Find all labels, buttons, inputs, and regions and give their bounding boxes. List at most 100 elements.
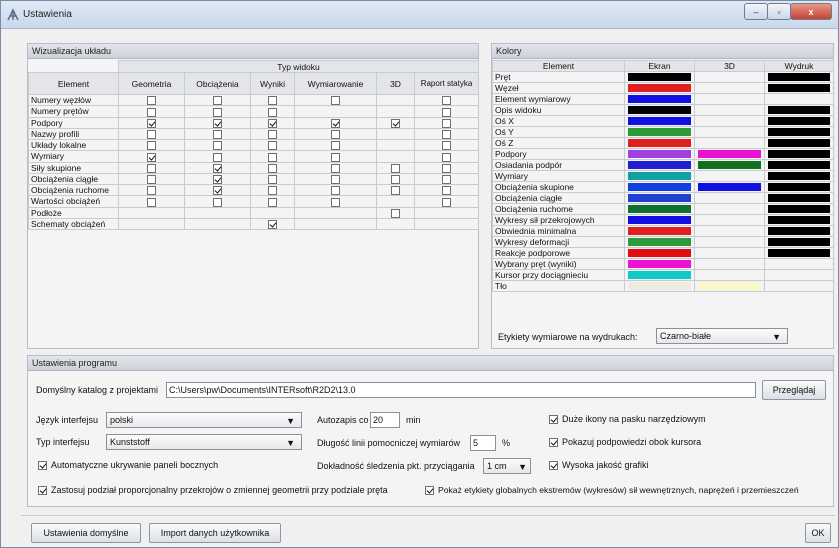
- color-cell-d3[interactable]: [694, 159, 765, 171]
- global-extremes-checkbox[interactable]: Pokaż etykiety globalnych ekstremów (wyk…: [425, 485, 799, 495]
- color-cell-ekran[interactable]: [624, 214, 695, 226]
- visibility-checkbox[interactable]: [147, 163, 156, 173]
- color-cell-d3[interactable]: [694, 126, 765, 138]
- color-cell-d3[interactable]: [694, 203, 765, 215]
- browse-button[interactable]: Przeglądaj: [762, 380, 826, 400]
- visibility-checkbox[interactable]: [442, 107, 451, 116]
- color-cell-d3[interactable]: [694, 148, 765, 160]
- color-cell-d3[interactable]: [694, 71, 765, 83]
- visibility-checkbox[interactable]: [268, 175, 277, 184]
- visibility-checkbox[interactable]: [442, 152, 451, 161]
- visibility-checkbox[interactable]: [331, 163, 340, 173]
- visibility-checkbox[interactable]: [147, 152, 156, 161]
- color-cell-ekran[interactable]: [624, 137, 695, 149]
- visibility-checkbox[interactable]: [213, 130, 222, 139]
- visibility-checkbox[interactable]: [147, 186, 156, 195]
- autohide-checkbox[interactable]: Automatyczne ukrywanie paneli bocznych: [38, 460, 218, 470]
- color-cell-wydruk[interactable]: [764, 148, 834, 160]
- visibility-checkbox[interactable]: [268, 197, 277, 206]
- color-cell-ekran[interactable]: [624, 71, 695, 83]
- color-cell-ekran[interactable]: [624, 93, 695, 105]
- visibility-checkbox[interactable]: [391, 175, 400, 184]
- color-cell-d3[interactable]: [694, 93, 765, 105]
- color-cell-wydruk[interactable]: [764, 225, 834, 237]
- visibility-checkbox[interactable]: [147, 130, 156, 139]
- color-cell-wydruk[interactable]: [764, 82, 834, 94]
- color-cell-wydruk[interactable]: [764, 280, 834, 292]
- color-cell-ekran[interactable]: [624, 258, 695, 270]
- visibility-checkbox[interactable]: [147, 118, 156, 128]
- visibility-checkbox[interactable]: [147, 141, 156, 150]
- visibility-checkbox[interactable]: [213, 175, 222, 184]
- visibility-checkbox[interactable]: [268, 96, 277, 105]
- visibility-checkbox[interactable]: [268, 141, 277, 150]
- color-cell-d3[interactable]: [694, 104, 765, 116]
- color-cell-wydruk[interactable]: [764, 115, 834, 127]
- color-cell-d3[interactable]: [694, 236, 765, 248]
- visibility-checkbox[interactable]: [442, 118, 451, 128]
- visibility-checkbox[interactable]: [442, 197, 451, 206]
- close-button[interactable]: x: [790, 3, 832, 20]
- color-cell-ekran[interactable]: [624, 159, 695, 171]
- maximize-button[interactable]: ▫: [767, 3, 791, 20]
- color-cell-wydruk[interactable]: [764, 170, 834, 182]
- color-cell-ekran[interactable]: [624, 104, 695, 116]
- visibility-checkbox[interactable]: [268, 152, 277, 161]
- visibility-checkbox[interactable]: [268, 186, 277, 195]
- color-cell-ekran[interactable]: [624, 115, 695, 127]
- color-cell-d3[interactable]: [694, 280, 765, 292]
- visibility-checkbox[interactable]: [268, 163, 277, 173]
- visibility-checkbox[interactable]: [331, 186, 340, 195]
- graphics-quality-checkbox[interactable]: Wysoka jakość grafiki: [549, 460, 648, 470]
- visibility-checkbox[interactable]: [442, 130, 451, 139]
- import-user-data-button[interactable]: Import danych użytkownika: [149, 523, 281, 543]
- visibility-checkbox[interactable]: [268, 130, 277, 139]
- color-cell-wydruk[interactable]: [764, 203, 834, 215]
- project-dir-input[interactable]: C:\Users\pw\Documents\INTERsoft\R2D2\13.…: [166, 382, 756, 398]
- color-cell-d3[interactable]: [694, 269, 765, 281]
- visibility-checkbox[interactable]: [213, 96, 222, 105]
- color-cell-wydruk[interactable]: [764, 214, 834, 226]
- visibility-checkbox[interactable]: [331, 152, 340, 161]
- visibility-checkbox[interactable]: [331, 141, 340, 150]
- color-cell-wydruk[interactable]: [764, 181, 834, 193]
- color-cell-ekran[interactable]: [624, 236, 695, 248]
- color-cell-d3[interactable]: [694, 214, 765, 226]
- visibility-checkbox[interactable]: [147, 107, 156, 116]
- color-cell-wydruk[interactable]: [764, 269, 834, 281]
- color-cell-ekran[interactable]: [624, 82, 695, 94]
- visibility-checkbox[interactable]: [268, 220, 277, 229]
- visibility-checkbox[interactable]: [213, 186, 222, 195]
- visibility-checkbox[interactable]: [442, 175, 451, 184]
- visibility-checkbox[interactable]: [213, 118, 222, 128]
- interface-type-combo[interactable]: Kunststoff ▼: [106, 434, 302, 450]
- helper-line-input[interactable]: 5: [470, 435, 496, 451]
- color-cell-wydruk[interactable]: [764, 137, 834, 149]
- color-cell-d3[interactable]: [694, 181, 765, 193]
- visibility-checkbox[interactable]: [331, 96, 340, 105]
- color-cell-ekran[interactable]: [624, 225, 695, 237]
- color-cell-d3[interactable]: [694, 225, 765, 237]
- color-cell-wydruk[interactable]: [764, 71, 834, 83]
- color-cell-ekran[interactable]: [624, 170, 695, 182]
- color-cell-wydruk[interactable]: [764, 126, 834, 138]
- color-cell-d3[interactable]: [694, 115, 765, 127]
- visibility-checkbox[interactable]: [331, 197, 340, 206]
- color-cell-ekran[interactable]: [624, 247, 695, 259]
- snap-accuracy-combo[interactable]: 1 cm ▼: [483, 458, 531, 474]
- cursor-tips-checkbox[interactable]: Pokazuj podpowiedzi obok kursora: [549, 437, 701, 447]
- color-cell-d3[interactable]: [694, 82, 765, 94]
- visibility-checkbox[interactable]: [391, 208, 400, 218]
- color-cell-wydruk[interactable]: [764, 104, 834, 116]
- visibility-checkbox[interactable]: [331, 130, 340, 139]
- color-cell-wydruk[interactable]: [764, 247, 834, 259]
- visibility-checkbox[interactable]: [147, 96, 156, 105]
- color-cell-ekran[interactable]: [624, 181, 695, 193]
- visibility-checkbox[interactable]: [268, 107, 277, 116]
- minimize-button[interactable]: –: [744, 3, 768, 20]
- color-cell-d3[interactable]: [694, 170, 765, 182]
- ok-button[interactable]: OK: [805, 523, 831, 543]
- visibility-checkbox[interactable]: [213, 163, 222, 173]
- proportional-split-checkbox[interactable]: Zastosuj podział proporcjonalny przekroj…: [38, 485, 388, 495]
- color-cell-ekran[interactable]: [624, 280, 695, 292]
